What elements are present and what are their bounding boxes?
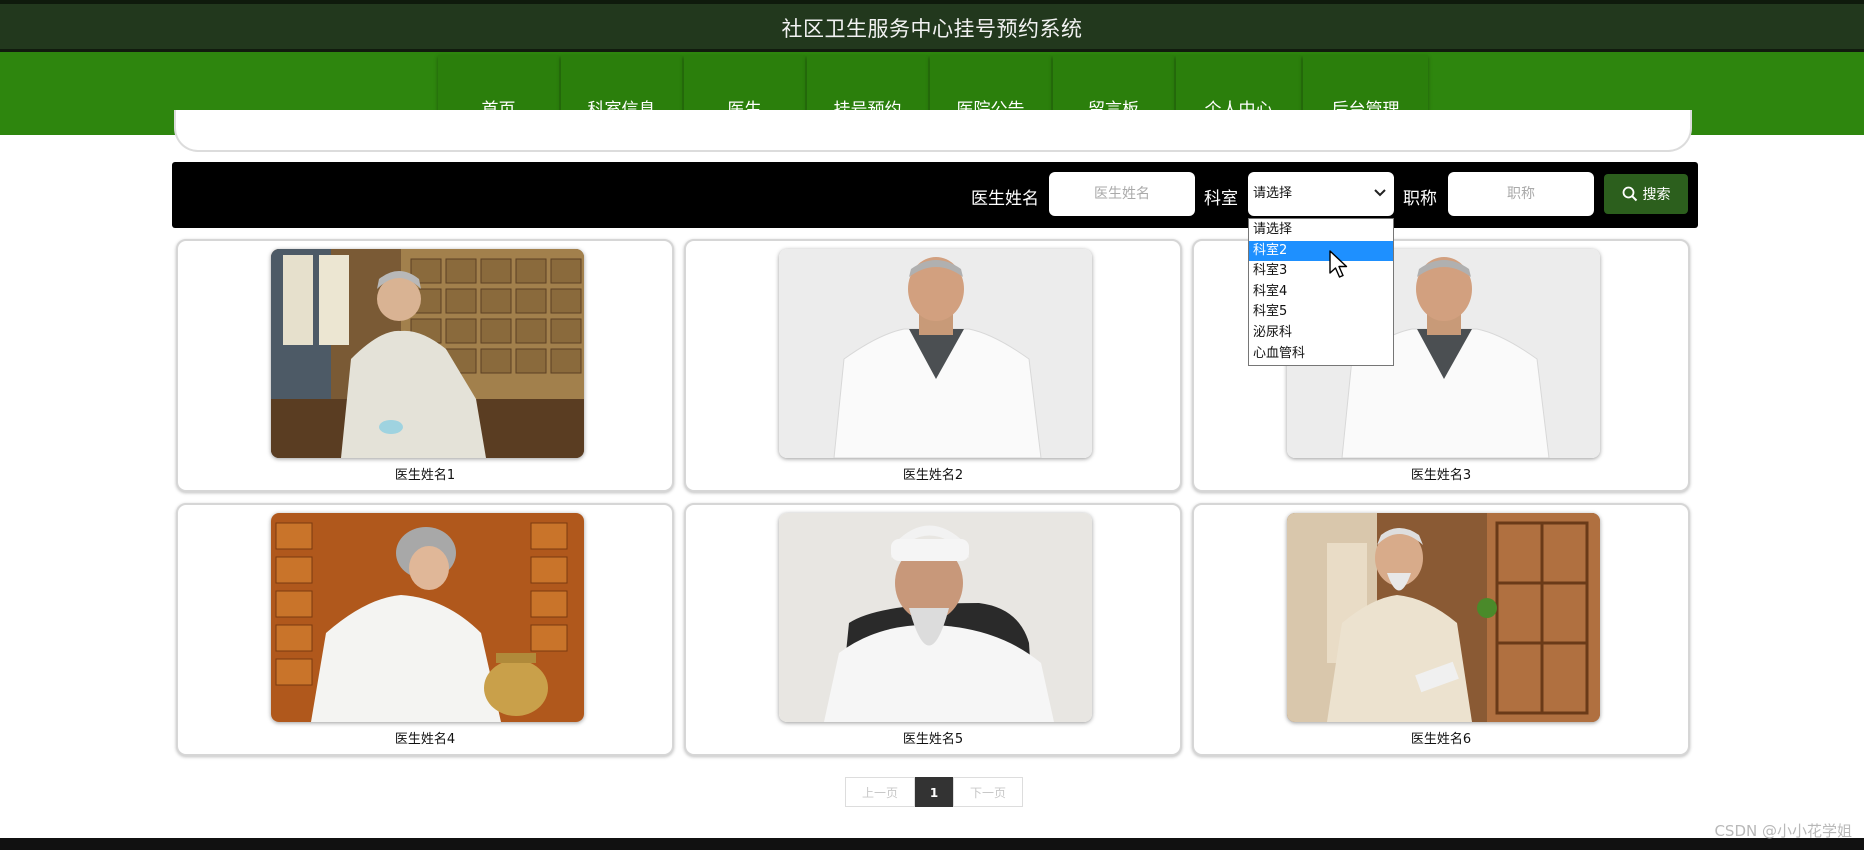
doctor-photo[interactable] — [1287, 513, 1600, 722]
search-icon — [1622, 186, 1637, 202]
doctor-name-input[interactable] — [1049, 172, 1195, 216]
site-title: 社区卫生服务中心挂号预约系统 — [781, 17, 1083, 41]
department-select-value: 请选择 — [1253, 186, 1293, 201]
doctor-card[interactable]: 医生姓名6 — [1192, 503, 1690, 756]
dropdown-option[interactable]: 泌尿科 — [1249, 323, 1393, 344]
pagination: 上一页 1 下一页 — [845, 777, 1023, 807]
dropdown-option[interactable]: 科室4 — [1249, 282, 1393, 303]
doctor-photo[interactable] — [271, 513, 584, 722]
doctor-card[interactable]: 医生姓名4 — [176, 503, 674, 756]
current-page-button[interactable]: 1 — [915, 777, 953, 807]
doctor-name[interactable]: 医生姓名3 — [1194, 464, 1688, 483]
doctor-photo[interactable] — [779, 249, 1092, 458]
search-button-label: 搜索 — [1642, 187, 1671, 203]
doctor-card[interactable]: 医生姓名1 — [176, 239, 674, 492]
mouse-cursor-icon — [1329, 250, 1348, 278]
doctor-name[interactable]: 医生姓名1 — [178, 464, 672, 483]
dropdown-option-highlighted[interactable]: 科室2 — [1249, 240, 1393, 262]
department-select[interactable]: 请选择 — [1248, 172, 1394, 216]
top-title-bar: 社区卫生服务中心挂号预约系统 — [0, 0, 1864, 52]
doctor-card[interactable]: 医生姓名5 — [684, 503, 1182, 756]
search-bar: 医生姓名 科室 请选择 职称 搜索 — [172, 162, 1698, 228]
footer-bar — [0, 838, 1864, 850]
doctor-name[interactable]: 医生姓名4 — [178, 728, 672, 747]
watermark: CSDN @小小花学姐 — [1714, 822, 1852, 840]
department-dropdown-list: 请选择 科室2 科室3 科室4 科室5 泌尿科 心血管科 — [1248, 218, 1394, 366]
doctor-name[interactable]: 医生姓名6 — [1194, 728, 1688, 747]
doctor-name[interactable]: 医生姓名2 — [686, 464, 1180, 483]
chevron-down-icon — [1374, 172, 1386, 216]
app-root: 社区卫生服务中心挂号预约系统 首页 科室信息 医生 挂号预约 医院公告 留言板 … — [0, 0, 1864, 850]
doctor-name[interactable]: 医生姓名5 — [686, 728, 1180, 747]
doctor-photo[interactable] — [779, 513, 1092, 722]
next-page-button[interactable]: 下一页 — [953, 777, 1023, 807]
search-button[interactable]: 搜索 — [1604, 174, 1688, 214]
dropdown-option[interactable]: 科室3 — [1249, 261, 1393, 282]
dropdown-option[interactable]: 请选择 — [1249, 220, 1393, 241]
job-title-input[interactable] — [1448, 172, 1594, 216]
doctor-name-label: 医生姓名 — [971, 189, 1039, 209]
banner-container — [174, 110, 1692, 152]
doctor-photo[interactable] — [271, 249, 584, 458]
prev-page-button[interactable]: 上一页 — [845, 777, 915, 807]
dropdown-option[interactable]: 心血管科 — [1249, 344, 1393, 365]
doctor-card[interactable]: 医生姓名2 — [684, 239, 1182, 492]
dropdown-option[interactable]: 科室5 — [1249, 302, 1393, 323]
department-label: 科室 — [1204, 189, 1238, 209]
job-title-label: 职称 — [1403, 189, 1437, 209]
